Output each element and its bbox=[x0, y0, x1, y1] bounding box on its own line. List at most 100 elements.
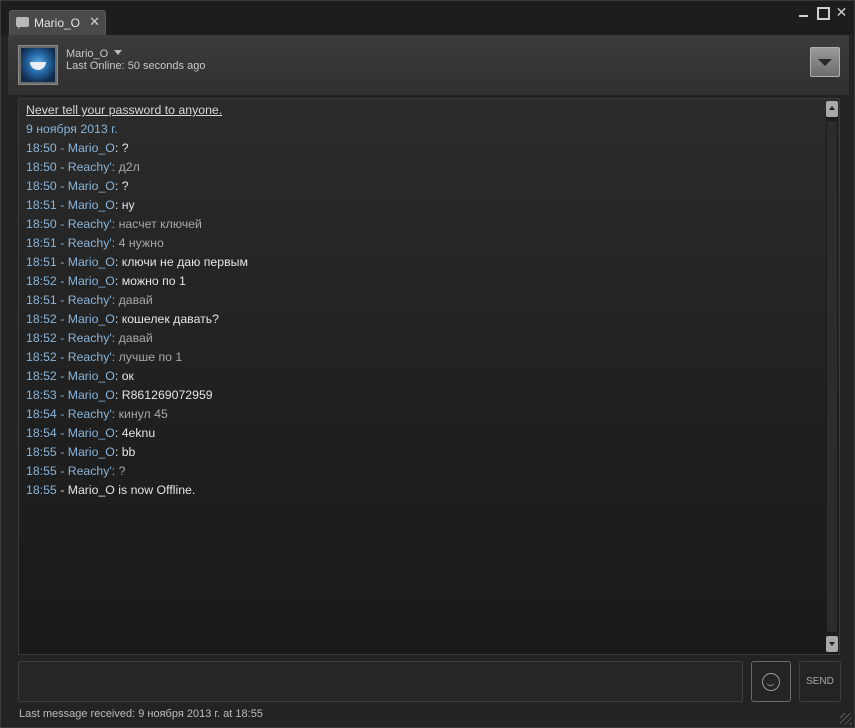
message-separator: : bbox=[114, 179, 122, 193]
window-controls: ✕ bbox=[797, 5, 848, 20]
date-separator: 9 ноября 2013 г. bbox=[26, 122, 118, 136]
chat-message: 18:54 - Reachy': кинул 45 bbox=[26, 405, 816, 424]
chat-message: 18:52 - Mario_O: кошелек давать? bbox=[26, 310, 816, 329]
status-text: Mario_O is now Offline. bbox=[67, 483, 196, 497]
message-text: ? bbox=[121, 141, 129, 155]
message-meta: 18:51 - Mario_O bbox=[26, 255, 115, 269]
message-separator: : bbox=[111, 293, 119, 307]
message-meta: 18:55 - Mario_O bbox=[26, 445, 115, 459]
last-message-status: Last message received: 9 ноября 2013 г. … bbox=[19, 708, 263, 720]
message-meta: 18:52 - Mario_O bbox=[26, 369, 115, 383]
chat-window: Mario_O ✕ ✕ Mario_O Last Online: 50 seco… bbox=[0, 0, 855, 728]
message-meta: 18:52 - Reachy' bbox=[26, 350, 112, 364]
tab-close-icon[interactable]: ✕ bbox=[89, 14, 100, 30]
title-bar[interactable]: Mario_O ✕ ✕ bbox=[1, 1, 854, 35]
message-text: 4 нужно bbox=[118, 236, 164, 250]
message-meta: 18:50 - Mario_O bbox=[26, 179, 115, 193]
maximize-icon[interactable] bbox=[816, 6, 830, 20]
chat-message: 18:52 - Mario_O: можно по 1 bbox=[26, 272, 816, 291]
message-meta: 18:52 - Reachy' bbox=[26, 331, 112, 345]
message-separator: : bbox=[111, 236, 119, 250]
message-text: R861269072959 bbox=[121, 388, 213, 402]
chat-message: 18:51 - Mario_O: ну bbox=[26, 196, 816, 215]
message-separator: : bbox=[114, 312, 122, 326]
message-text: ? bbox=[118, 464, 126, 478]
scroll-up-icon[interactable] bbox=[826, 101, 838, 117]
message-text: давай bbox=[118, 293, 153, 307]
chat-message: 18:55 - Reachy': ? bbox=[26, 462, 816, 481]
chat-message: 18:52 - Reachy': лучше по 1 bbox=[26, 348, 816, 367]
scrollbar[interactable] bbox=[826, 101, 838, 652]
message-separator: : bbox=[114, 141, 122, 155]
message-separator: : bbox=[114, 255, 122, 269]
message-text: bb bbox=[121, 445, 136, 459]
chat-message: 18:50 - Mario_O: ? bbox=[26, 177, 816, 196]
message-meta: 18:55 - Reachy' bbox=[26, 464, 112, 478]
avatar-image bbox=[21, 48, 55, 82]
message-meta: 18:51 - Reachy' bbox=[26, 236, 112, 250]
avatar[interactable] bbox=[18, 45, 58, 85]
options-dropdown-button[interactable] bbox=[810, 47, 840, 77]
message-text: можно по 1 bbox=[121, 274, 186, 288]
message-meta: 18:50 - Reachy' bbox=[26, 160, 112, 174]
message-separator: : bbox=[111, 350, 119, 364]
message-separator: : bbox=[114, 274, 122, 288]
message-meta: 18:54 - Mario_O bbox=[26, 426, 115, 440]
scroll-track[interactable] bbox=[827, 121, 837, 632]
message-separator: : bbox=[114, 369, 122, 383]
chat-message: 18:53 - Mario_O: R861269072959 bbox=[26, 386, 816, 405]
message-separator: : bbox=[114, 426, 122, 440]
password-warning-link[interactable]: Never tell your password to anyone. bbox=[26, 101, 816, 120]
tab-mario-o[interactable]: Mario_O ✕ bbox=[9, 10, 106, 35]
message-text: давай bbox=[118, 331, 153, 345]
message-separator: : bbox=[111, 160, 119, 174]
chat-log[interactable]: Never tell your password to anyone. 9 но… bbox=[18, 98, 840, 655]
message-separator: : bbox=[114, 445, 122, 459]
message-meta: 18:51 - Reachy' bbox=[26, 293, 112, 307]
scroll-down-icon[interactable] bbox=[826, 636, 838, 652]
chat-message: 18:50 - Mario_O: ? bbox=[26, 139, 816, 158]
message-separator: : bbox=[111, 407, 119, 421]
last-online-value: 50 seconds ago bbox=[124, 60, 206, 72]
message-meta: 18:53 - Mario_O bbox=[26, 388, 115, 402]
message-text: ок bbox=[121, 369, 134, 383]
message-text: лучше по 1 bbox=[118, 350, 183, 364]
chat-message: 18:52 - Mario_O: ок bbox=[26, 367, 816, 386]
chat-message: 18:52 - Reachy': давай bbox=[26, 329, 816, 348]
chat-message: 18:50 - Reachy': д2л bbox=[26, 158, 816, 177]
message-separator: : bbox=[114, 388, 122, 402]
message-separator: : bbox=[114, 198, 122, 212]
resize-grip-icon[interactable] bbox=[840, 713, 852, 725]
chat-message: 18:54 - Mario_O: 4eknu bbox=[26, 424, 816, 443]
send-button[interactable]: SEND bbox=[799, 661, 841, 702]
message-input[interactable] bbox=[18, 661, 743, 702]
chat-bubble-icon bbox=[16, 17, 29, 29]
message-text: д2л bbox=[118, 160, 140, 174]
status-time: 18:55 bbox=[26, 483, 57, 497]
message-text: ? bbox=[121, 179, 129, 193]
message-separator: : bbox=[111, 217, 119, 231]
chat-message: 18:51 - Reachy': 4 нужно bbox=[26, 234, 816, 253]
message-meta: 18:50 - Reachy' bbox=[26, 217, 112, 231]
message-text: насчет ключей bbox=[118, 217, 202, 231]
last-online: Last Online: 50 seconds ago bbox=[66, 60, 205, 72]
message-meta: 18:54 - Reachy' bbox=[26, 407, 112, 421]
chat-message: 18:50 - Reachy': насчет ключей bbox=[26, 215, 816, 234]
status-dash: - bbox=[56, 483, 68, 497]
chat-message: 18:51 - Mario_O: ключи не даю первым bbox=[26, 253, 816, 272]
message-meta: 18:52 - Mario_O bbox=[26, 312, 115, 326]
chat-message: 18:51 - Reachy': давай bbox=[26, 291, 816, 310]
message-list: Never tell your password to anyone. 9 но… bbox=[26, 101, 816, 500]
window-close-icon[interactable]: ✕ bbox=[835, 5, 848, 19]
friend-name: Mario_O bbox=[66, 48, 109, 60]
chevron-down-icon bbox=[114, 50, 123, 55]
last-online-label: Last Online: bbox=[66, 60, 125, 72]
status-line: 18:55 - Mario_O is now Offline. bbox=[26, 481, 816, 500]
minimize-icon[interactable] bbox=[797, 6, 810, 19]
friend-name-menu[interactable]: Mario_O bbox=[66, 48, 123, 60]
message-text: 4eknu bbox=[121, 426, 156, 440]
emoticon-button[interactable] bbox=[751, 661, 791, 702]
message-text: ключи не даю первым bbox=[121, 255, 248, 269]
friend-header: Mario_O Last Online: 50 seconds ago bbox=[8, 35, 849, 95]
message-meta: 18:51 - Mario_O bbox=[26, 198, 115, 212]
